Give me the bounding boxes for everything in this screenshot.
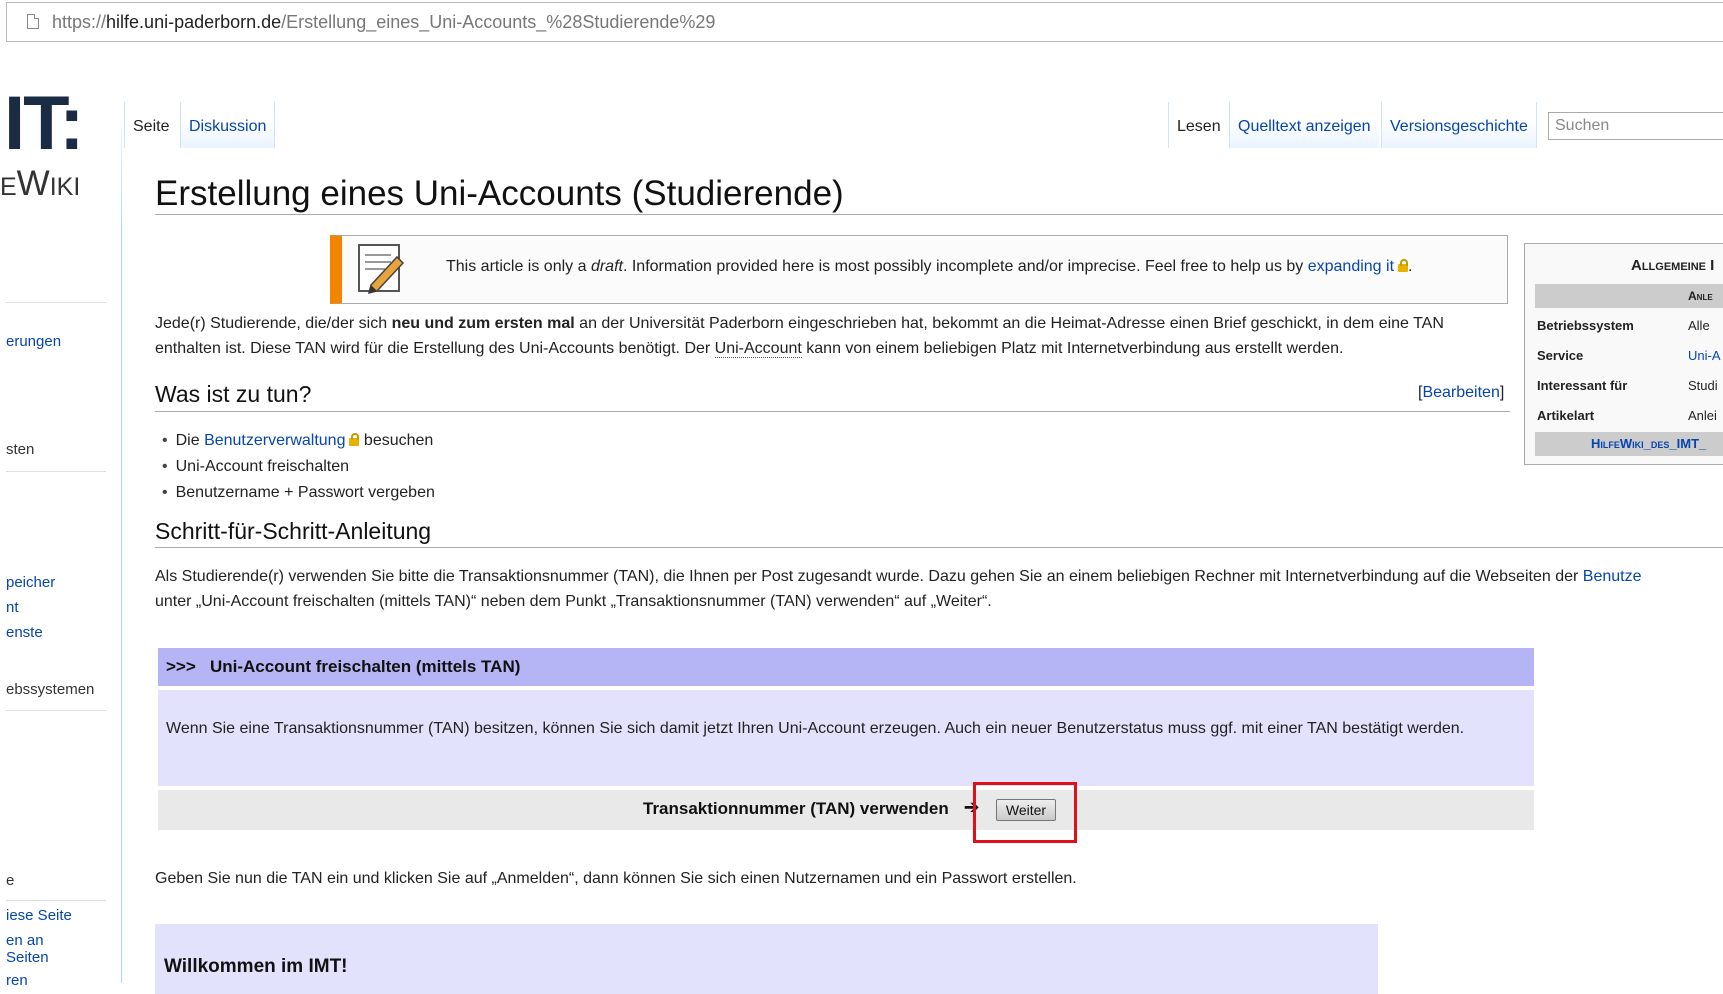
logo-wiki[interactable]: eWiki	[0, 164, 80, 204]
sidebar-separator	[6, 900, 106, 901]
tan-row: Transaktionnummer (TAN) verwenden ➔ Weit…	[158, 790, 1534, 830]
tab-seite[interactable]: Seite	[124, 102, 178, 148]
sidebar-item[interactable]: iese Seite	[6, 907, 72, 924]
intro-paragraph: Jede(r) Studierende, die/der sich neu un…	[155, 315, 1444, 358]
infobox-band-label: Anle	[1688, 289, 1713, 303]
title-divider	[155, 214, 1723, 215]
sidebar-item[interactable]: erungen	[6, 333, 61, 350]
sidebar-item[interactable]: en an	[6, 932, 44, 949]
infobox-label: Artikelart	[1537, 408, 1595, 423]
infobox: Allgemeine I Anle Betriebssystem Alle Se…	[1524, 243, 1723, 465]
infobox-value: Alle	[1688, 318, 1710, 333]
benutzerverwaltung-link[interactable]: Benutze	[1583, 568, 1642, 585]
bearbeiten-link[interactable]: Bearbeiten	[1422, 384, 1499, 401]
lock-icon	[349, 433, 360, 446]
lock-icon	[1398, 259, 1409, 272]
freischalten-panel-header: >>> Uni-Account freischalten (mittels TA…	[158, 648, 1534, 686]
infobox-label: Interessant für	[1537, 378, 1628, 393]
section-divider	[155, 547, 1723, 548]
list-item: Benutzername + Passwort vergeben	[162, 480, 435, 506]
welcome-title: Willkommen im IMT!	[164, 956, 348, 977]
benutzerverwaltung-link[interactable]: Benutzerverwaltung	[204, 432, 345, 449]
sidebar-separator	[6, 471, 106, 472]
edit-link: [Bearbeiten]	[1418, 384, 1505, 401]
infobox-label: Betriebssystem	[1537, 318, 1634, 333]
left-sidebar: IT: eWiki	[0, 86, 122, 983]
sidebar-separator	[6, 710, 106, 711]
section-heading-anleitung: Schritt-für-Schritt-Anleitung	[155, 518, 432, 544]
sidebar-item[interactable]: enste	[6, 624, 43, 641]
tab-lesen[interactable]: Lesen	[1168, 102, 1229, 148]
draft-pencil-icon	[358, 244, 405, 295]
welcome-box: Willkommen im IMT!	[155, 924, 1378, 994]
draft-notice-text: This article is only a draft. Informatio…	[446, 258, 1413, 275]
address-bar[interactable]: https://hilfe.uni-paderborn.de/Erstellun…	[6, 2, 1723, 42]
tab-versionsgeschichte[interactable]: Versionsgeschichte	[1381, 102, 1537, 148]
sidebar-item[interactable]: peicher	[6, 574, 55, 591]
sidebar-item[interactable]: nt	[6, 599, 19, 616]
tab-quelltext[interactable]: Quelltext anzeigen	[1229, 102, 1379, 148]
draft-notice: This article is only a draft. Informatio…	[330, 235, 1508, 304]
highlight-box	[973, 782, 1077, 843]
sidebar-item: ebssystemen	[6, 681, 95, 698]
logo-it[interactable]: IT:	[4, 86, 84, 162]
todo-list: Die Benutzerverwaltung besuchen Uni-Acco…	[162, 428, 435, 506]
url-text: https://hilfe.uni-paderborn.de/Erstellun…	[52, 12, 716, 32]
sidebar-item[interactable]: Seiten	[6, 949, 49, 966]
section-heading-was-ist-zu-tun: Was ist zu tun?	[155, 381, 312, 407]
sidebar-item[interactable]: ren	[6, 972, 28, 989]
expanding-link[interactable]: expanding it	[1308, 258, 1394, 275]
infobox-value-link[interactable]: Uni-A	[1688, 348, 1721, 363]
infobox-title: Allgemeine I	[1631, 257, 1715, 274]
infobox-value: Studi	[1688, 378, 1718, 393]
uni-account-term: Uni-Account	[714, 340, 802, 358]
page-icon	[27, 14, 39, 29]
sidebar-item: e	[6, 872, 15, 889]
tan-label: Transaktionnummer (TAN) verwenden	[643, 799, 949, 818]
list-item: Die Benutzerverwaltung besuchen	[162, 428, 435, 454]
page-title: Erstellung eines Uni-Accounts (Studieren…	[155, 174, 844, 213]
infobox-label: Service	[1537, 348, 1584, 363]
after-paragraph: Geben Sie nun die TAN ein und klicken Si…	[155, 870, 1077, 887]
section-divider	[155, 411, 1510, 412]
freischalten-panel-body: Wenn Sie eine Transaktionsnummer (TAN) b…	[158, 690, 1534, 786]
tab-diskussion[interactable]: Diskussion	[180, 102, 276, 148]
infobox-value: Anlei	[1688, 408, 1717, 423]
list-item: Uni-Account freischalten	[162, 454, 435, 480]
search-input[interactable]	[1548, 112, 1723, 140]
infobox-footer-link[interactable]: HilfeWiki_des_IMT_	[1591, 436, 1706, 451]
sidebar-item: sten	[6, 441, 35, 458]
instructions-paragraph: Als Studierende(r) verwenden Sie bitte d…	[155, 568, 1642, 610]
sidebar-separator	[6, 302, 106, 303]
